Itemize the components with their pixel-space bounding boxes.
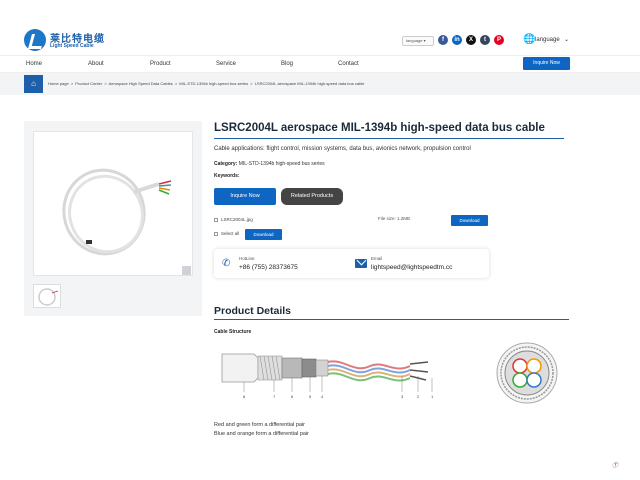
breadcrumb-series[interactable]: MIL-STD-1394b high-speed bus series	[179, 81, 248, 86]
category-label: Category:	[214, 161, 238, 167]
logo-icon[interactable]	[24, 29, 46, 51]
product-main-image[interactable]	[33, 131, 193, 276]
related-products-button[interactable]: Related Products	[281, 188, 343, 205]
inquire-now-button[interactable]: Inquire Now	[214, 188, 276, 205]
x-icon[interactable]: X	[466, 35, 476, 45]
nav-inquire-now-button[interactable]: Inquire Now	[523, 57, 570, 70]
hotline-value[interactable]: +86 (755) 28373675	[239, 264, 298, 271]
tumblr-glyph: t	[484, 37, 486, 43]
email-value[interactable]: lightspeed@lightspeedtm.cc	[371, 264, 452, 271]
pinterest-icon[interactable]: P	[494, 35, 504, 45]
logo-name-en[interactable]: Light Speed Cable	[50, 43, 94, 49]
structure-label-5: 5	[309, 394, 312, 399]
breadcrumb-aerospace[interactable]: Aerospace High Speed Data Cables	[109, 81, 173, 86]
globe-icon[interactable]: 🌐	[523, 34, 535, 45]
home-icon[interactable]: ⌂	[24, 75, 43, 93]
thumbnail-illustration	[38, 288, 59, 306]
nav-product[interactable]: Product	[150, 61, 171, 67]
structure-label-8: 8	[243, 394, 246, 399]
keywords-label: Keywords:	[214, 173, 240, 179]
product-details-heading: Product Details	[214, 305, 292, 317]
pair-note-red-green: Red and green form a differential pair	[214, 422, 306, 428]
cable-structure-label: Cable Structure	[214, 329, 252, 335]
zoom-icon[interactable]	[182, 266, 191, 275]
pinterest-glyph: P	[496, 37, 501, 43]
product-category: Category: MIL-STD-1394b high-speed bus s…	[214, 161, 325, 167]
linkedin-icon[interactable]: in	[452, 35, 462, 45]
structure-label-4: 4	[321, 394, 324, 399]
chevron-down-icon: ▾	[423, 38, 426, 43]
select-all-label: Select all	[221, 231, 240, 236]
details-divider	[214, 319, 569, 320]
cable-coil-illustration	[62, 168, 172, 256]
language-dropdown-label: language	[406, 38, 423, 43]
nav-contact[interactable]: Contact	[338, 61, 359, 67]
email-label: Email	[371, 256, 383, 261]
title-divider	[214, 138, 564, 139]
breadcrumb-separator: >	[174, 81, 178, 86]
top-header: 莱比特电缆 Light Speed Cable language ▾ f in …	[0, 0, 640, 55]
product-thumbnail[interactable]	[33, 284, 61, 308]
x-glyph: X	[468, 37, 473, 43]
breadcrumb-home[interactable]: Home page	[48, 81, 69, 86]
breadcrumb: Home page > Product Center > Aerospace H…	[48, 81, 365, 86]
select-all-checkbox[interactable]	[214, 232, 218, 236]
download-selected-button[interactable]: Download	[245, 229, 282, 240]
structure-label-6: 6	[291, 394, 294, 399]
cable-cross-section-diagram	[496, 342, 558, 404]
product-applications: Cable applications: flight control, miss…	[214, 146, 471, 152]
breadcrumb-separator: >	[70, 81, 74, 86]
facebook-glyph: f	[442, 37, 444, 43]
hotline-label: HotLine	[239, 256, 255, 261]
cable-structure-diagram: 8 7 6 5 4 3 2 1	[221, 353, 434, 399]
file-name: LSRC2004L.jpg	[221, 217, 253, 222]
file-size: File size: 1.2MB	[378, 216, 411, 221]
language-dropdown[interactable]: language ▾	[402, 36, 434, 46]
structure-label-1: 1	[431, 394, 434, 399]
nav-about[interactable]: About	[88, 61, 104, 67]
nav-service[interactable]: Service	[216, 61, 236, 67]
breadcrumb-separator: >	[250, 81, 253, 86]
download-file-button[interactable]: Download	[451, 215, 488, 226]
tumblr-icon[interactable]: t	[480, 35, 490, 45]
language-switcher[interactable]: language	[535, 37, 560, 43]
nav-blog[interactable]: Blog	[281, 61, 293, 67]
pair-note-blue-orange: Blue and orange form a differential pair	[214, 431, 309, 437]
breadcrumb-separator: >	[104, 81, 107, 86]
breadcrumb-current: LSRC2004L aerospace MIL-1394b high-speed…	[254, 81, 365, 86]
linkedin-glyph: in	[454, 37, 460, 43]
product-title: LSRC2004L aerospace MIL-1394b high-speed…	[214, 122, 545, 134]
structure-label-2: 2	[417, 394, 420, 399]
phone-icon: ✆	[222, 258, 231, 269]
facebook-icon[interactable]: f	[438, 35, 448, 45]
chevron-down-icon[interactable]: ⌄	[564, 36, 569, 43]
structure-label-7: 7	[273, 394, 276, 399]
nav-home[interactable]: Home	[26, 61, 42, 67]
category-value[interactable]: MIL-STD-1394b high-speed bus series	[239, 161, 325, 167]
watermark-logo: Ⓣ	[612, 462, 619, 469]
breadcrumb-product-center[interactable]: Product Center	[75, 81, 102, 86]
email-icon	[355, 259, 367, 268]
file-checkbox[interactable]	[214, 218, 218, 222]
structure-label-3: 3	[401, 394, 404, 399]
